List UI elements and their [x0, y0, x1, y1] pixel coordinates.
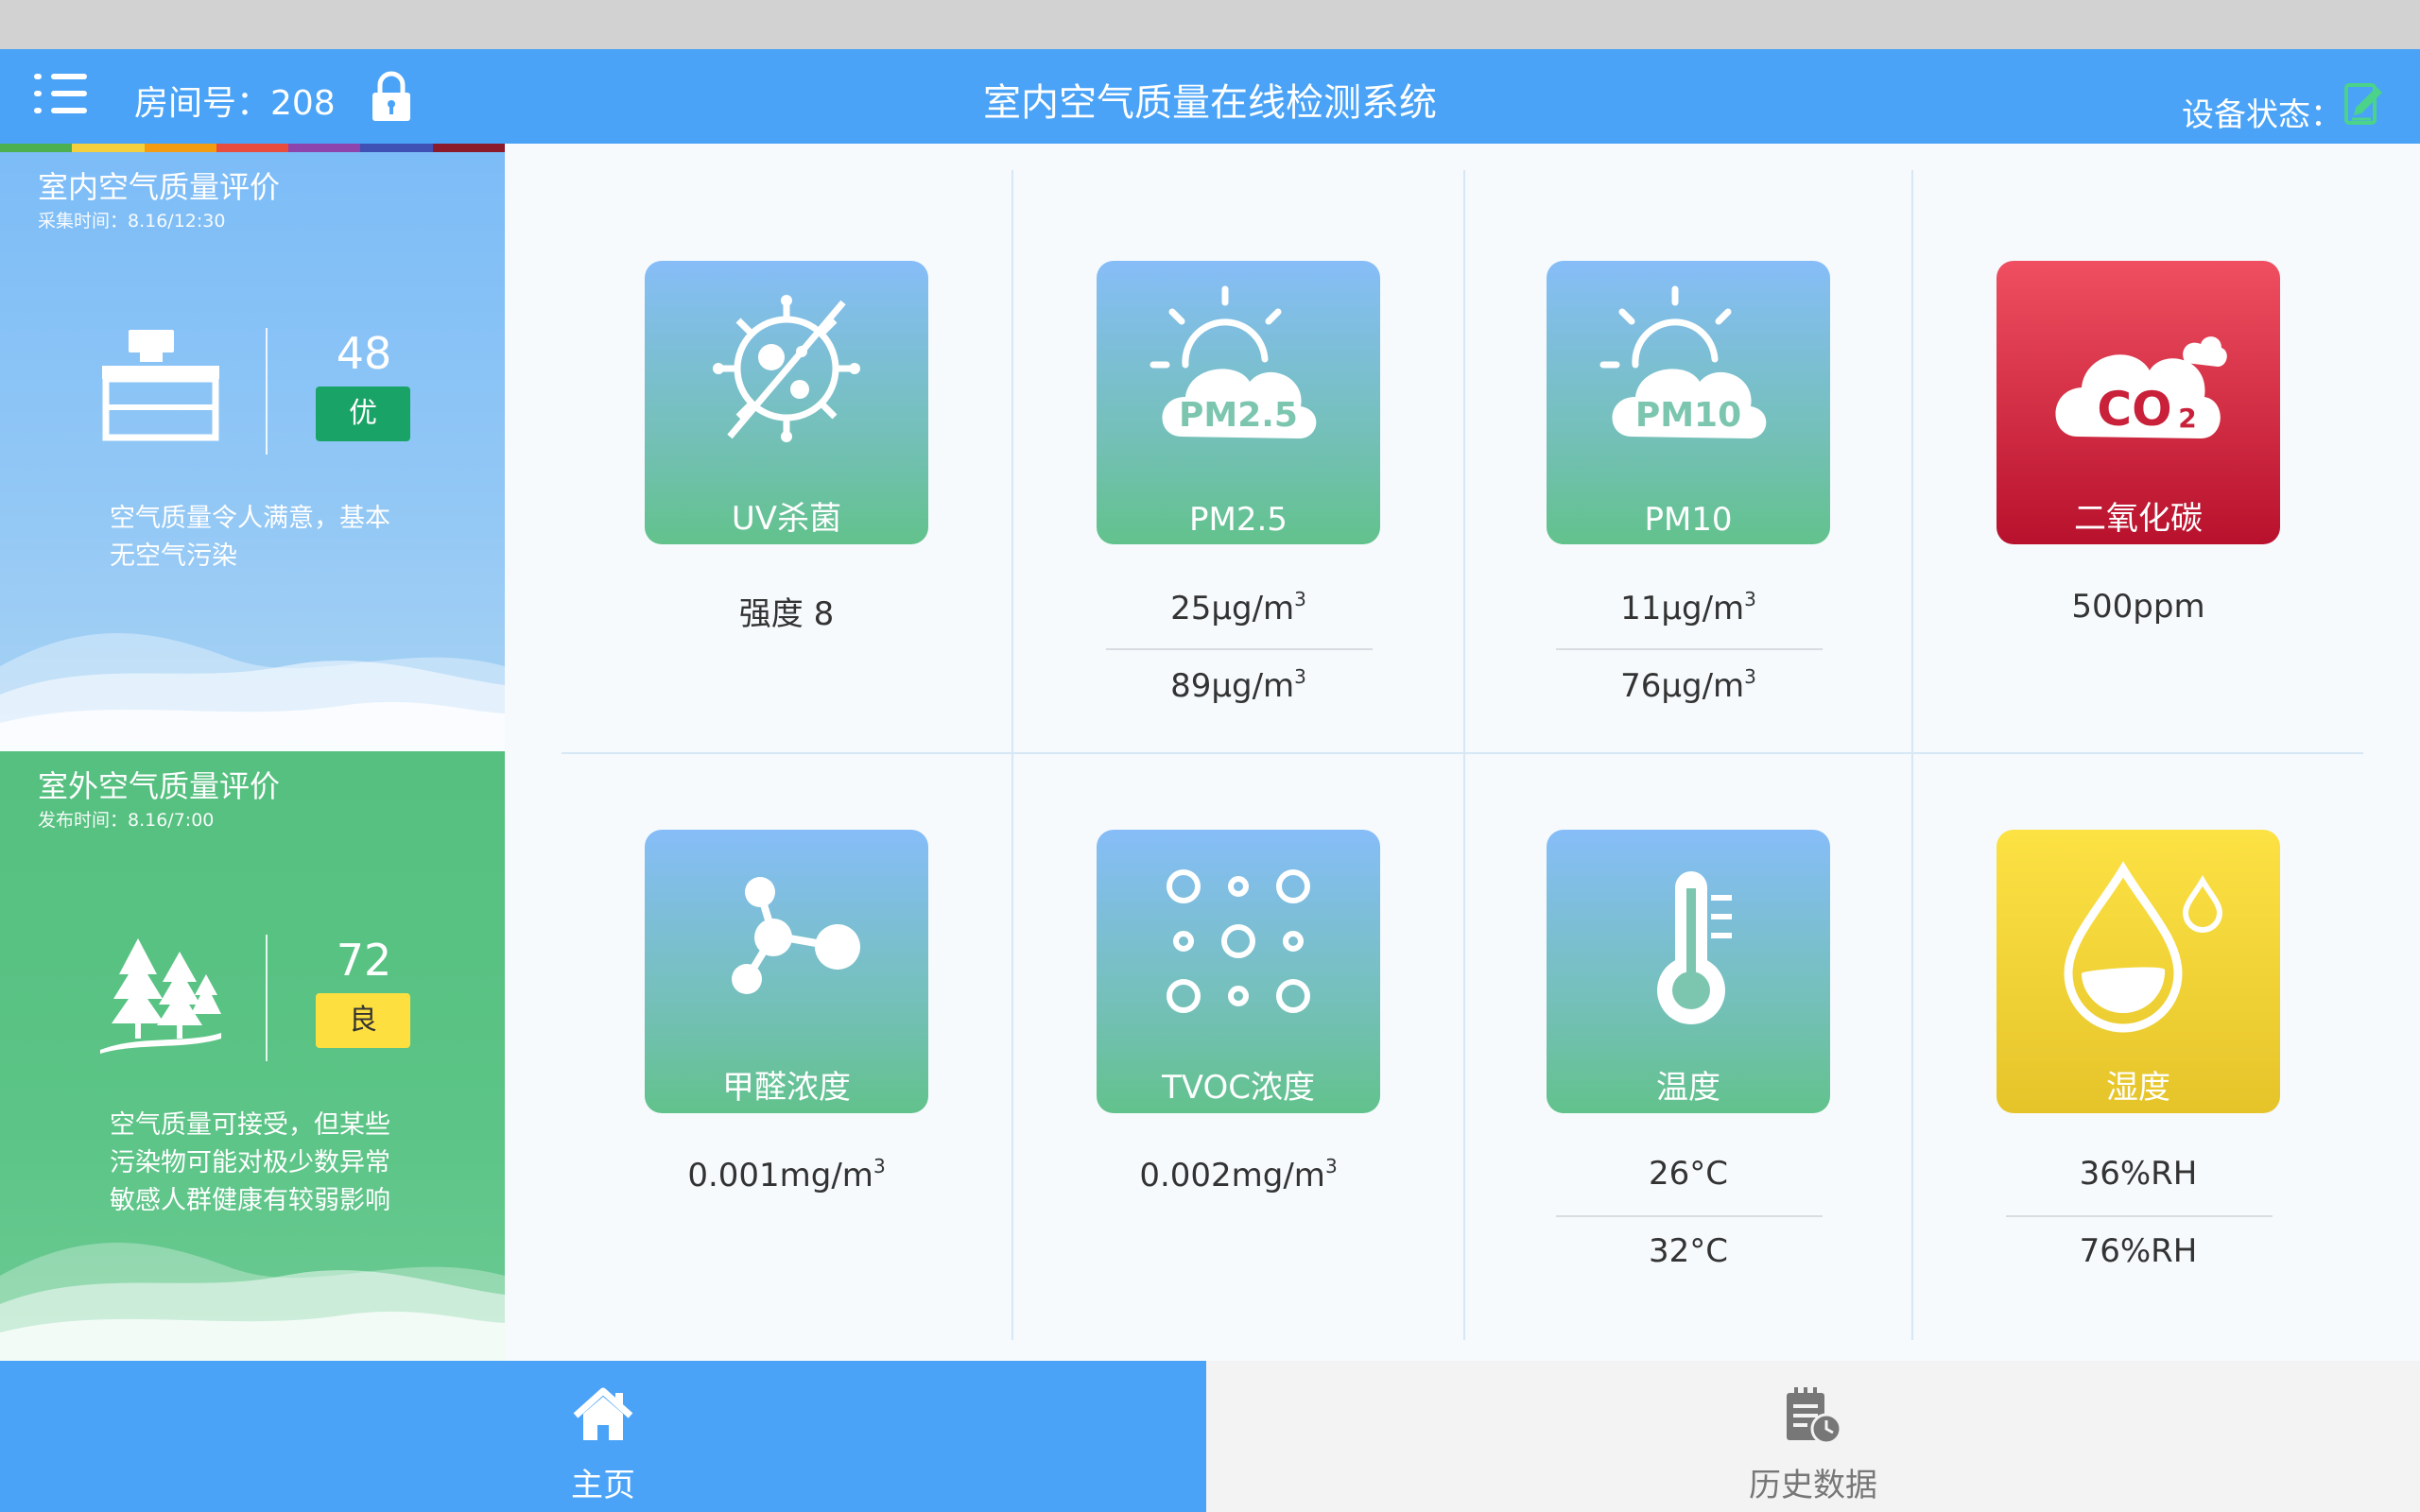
menu-icon[interactable] — [34, 74, 87, 117]
system-status-bar — [0, 0, 2420, 49]
pm10-card[interactable]: PM10 PM10 — [1547, 261, 1830, 544]
app-title: 室内空气质量在线检测系统 — [983, 81, 1437, 125]
rainbow-segment — [432, 144, 505, 152]
rainbow-segment — [0, 144, 73, 152]
rainbow-segment — [360, 144, 433, 152]
humidity-value-separator — [2006, 1215, 2273, 1217]
room-number: 房间号：208 — [134, 84, 336, 123]
pm25-card[interactable]: PM2.5 PM2.5 — [1097, 261, 1380, 544]
grid-divider — [1463, 170, 1465, 1340]
temperature-indoor-value: 26°C — [1648, 1155, 1728, 1193]
formaldehyde-label: 甲醛浓度 — [722, 1069, 851, 1107]
nav-home-tab[interactable]: 主页 — [0, 1361, 1206, 1512]
history-icon — [1787, 1387, 1842, 1445]
indoor-title: 室内空气质量评价 — [38, 169, 281, 205]
uv-germ-icon — [713, 295, 860, 442]
outdoor-publish-time: 发布时间：8.16/7:00 — [38, 810, 215, 831]
outdoor-trees-icon — [100, 938, 221, 1054]
grid-divider — [1911, 170, 1913, 1340]
indoor-divider — [266, 328, 268, 455]
outdoor-score: 72 — [336, 935, 392, 986]
uv-intensity-value: 强度 8 — [738, 595, 835, 633]
outdoor-title: 室外空气质量评价 — [38, 768, 281, 804]
molecule-icon — [732, 877, 860, 994]
pm10-value-separator — [1556, 648, 1823, 650]
pm25-indoor-value: 25μg/m3 — [1170, 588, 1306, 627]
temperature-label: 温度 — [1656, 1069, 1720, 1107]
pm25-outdoor-value: 89μg/m3 — [1170, 665, 1306, 705]
rainbow-strip — [0, 144, 505, 152]
pm25-label: PM2.5 — [1189, 501, 1288, 539]
temperature-outdoor-value: 32°C — [1648, 1232, 1728, 1270]
formaldehyde-value: 0.001mg/m3 — [687, 1155, 886, 1194]
rainbow-segment — [72, 144, 145, 152]
pm10-indoor-value: 11μg/m3 — [1620, 588, 1756, 627]
rainbow-segment — [144, 144, 216, 152]
formaldehyde-card[interactable]: 甲醛浓度 — [645, 830, 928, 1113]
device-status-label: 设备状态： — [2182, 96, 2342, 134]
pm25-icon-text: PM2.5 — [1179, 396, 1298, 435]
outdoor-quality-panel: 室外空气质量评价 发布时间：8.16/7:00 72 良 空气质量可接受，但某些… — [0, 751, 505, 1361]
lock-icon[interactable] — [369, 70, 414, 123]
grid-divider — [1011, 170, 1013, 1340]
thermometer-icon — [1657, 871, 1732, 1024]
sensor-grid: UV杀菌 强度 8 PM2.5 PM2.5 25μg/m3 89μg/m3 PM… — [505, 144, 2420, 1361]
co2-value: 500ppm — [2071, 588, 2205, 626]
pm10-label: PM10 — [1644, 501, 1733, 539]
outdoor-wave-decoration — [0, 1243, 505, 1361]
pm25-value-separator — [1106, 648, 1373, 650]
grid-divider — [562, 752, 2363, 754]
particles-icon — [1167, 869, 1310, 1013]
nav-history-label: 历史数据 — [1749, 1467, 1877, 1504]
tvoc-label: TVOC浓度 — [1162, 1069, 1315, 1107]
indoor-collect-time: 采集时间：8.16/12:30 — [38, 211, 226, 232]
outdoor-divider — [266, 935, 268, 1061]
indoor-description: 空气质量令人满意，基本 无空气污染 — [110, 504, 390, 571]
indoor-furniture-icon — [102, 330, 219, 441]
co2-card[interactable]: CO 2 二氧化碳 — [1996, 261, 2280, 544]
uv-sterilization-card[interactable]: UV杀菌 — [645, 261, 928, 544]
tvoc-value: 0.002mg/m3 — [1139, 1155, 1338, 1194]
home-icon — [573, 1387, 633, 1440]
temperature-value-separator — [1556, 1215, 1823, 1217]
rainbow-segment — [288, 144, 361, 152]
pm25-cloud-sun-icon: PM2.5 — [1150, 285, 1317, 438]
pm10-outdoor-value: 76μg/m3 — [1620, 665, 1756, 705]
outdoor-grade-badge: 良 — [316, 993, 410, 1048]
indoor-grade-badge: 优 — [316, 387, 410, 441]
pm10-cloud-sun-icon: PM10 — [1599, 285, 1767, 438]
nav-home-label: 主页 — [571, 1467, 635, 1504]
humidity-indoor-value: 36%RH — [2079, 1155, 2198, 1193]
pm10-icon-text: PM10 — [1635, 396, 1741, 435]
humidity-card[interactable]: 湿度 — [1996, 830, 2280, 1113]
outdoor-description: 空气质量可接受，但某些 污染物可能对极少数异常 敏感人群健康有较弱影响 — [110, 1110, 390, 1215]
co2-icon-text: CO — [2097, 382, 2171, 437]
temperature-card[interactable]: 温度 — [1547, 830, 1830, 1113]
device-status-icon[interactable] — [2342, 77, 2386, 127]
humidity-label: 湿度 — [2106, 1069, 2170, 1107]
rainbow-segment — [216, 144, 289, 152]
indoor-score: 48 — [336, 328, 392, 379]
nav-history-tab[interactable]: 历史数据 — [1206, 1361, 2420, 1512]
co2-label: 二氧化碳 — [2074, 500, 2203, 538]
indoor-wave-decoration — [0, 633, 505, 751]
co2-icon-subscript: 2 — [2178, 403, 2196, 434]
uv-label: UV杀菌 — [731, 500, 842, 538]
tvoc-card[interactable]: TVOC浓度 — [1097, 830, 1380, 1113]
app-header: 房间号：208 室内空气质量在线检测系统 设备状态： — [0, 49, 2420, 144]
co2-cloud-icon: CO 2 — [2055, 336, 2227, 438]
humidity-outdoor-value: 76%RH — [2079, 1232, 2198, 1270]
water-drop-icon — [2064, 861, 2223, 1033]
indoor-quality-panel: 室内空气质量评价 采集时间：8.16/12:30 48 优 空气质量令人满意，基… — [0, 152, 505, 751]
